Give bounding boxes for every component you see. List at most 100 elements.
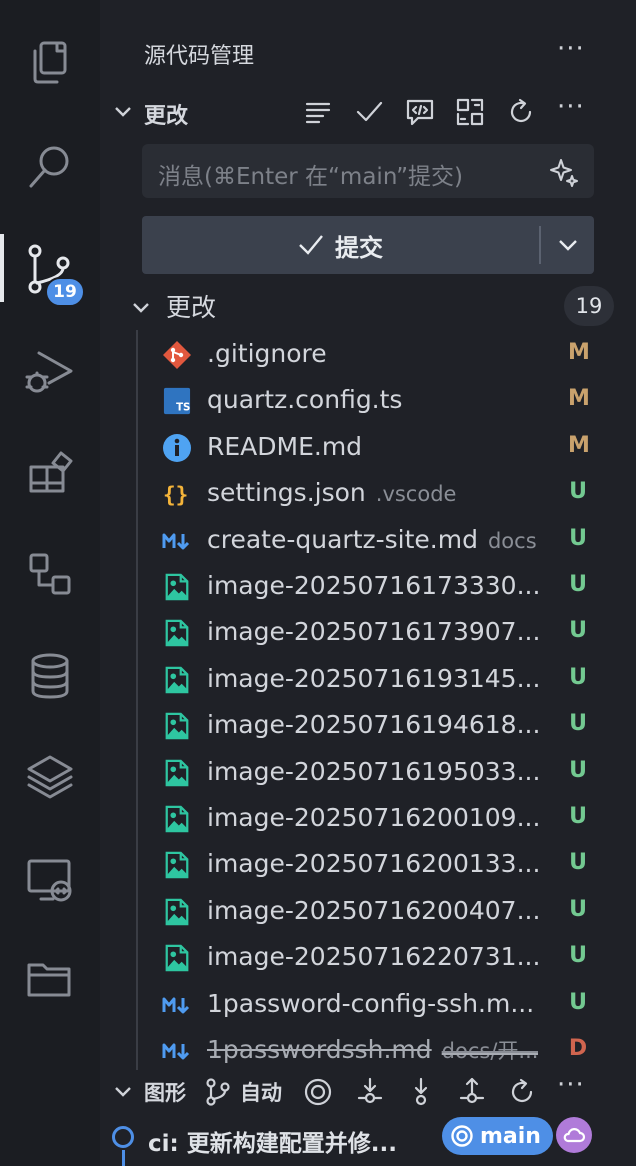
push-icon[interactable] bbox=[454, 1074, 490, 1110]
file-status: M bbox=[568, 432, 590, 458]
changes-section-header[interactable]: 更改 ··· bbox=[100, 88, 636, 138]
chevron-down-icon bbox=[559, 240, 577, 251]
remote-badge[interactable] bbox=[556, 1117, 592, 1153]
file-name-text: image-20250716220731... bbox=[207, 942, 541, 972]
image-icon bbox=[162, 850, 192, 880]
activity-bar: 19 bbox=[0, 0, 100, 1166]
graph-commit-row[interactable]: ci: 更新构建配置并修... main bbox=[100, 1116, 636, 1166]
file-status: U bbox=[569, 711, 587, 737]
file-row[interactable]: README.md M bbox=[100, 423, 636, 469]
file-name: settings.json .vscode bbox=[207, 478, 456, 507]
file-row[interactable]: .gitignore M bbox=[100, 330, 636, 376]
image-icon bbox=[162, 804, 192, 834]
file-row[interactable]: image-20250716200109... U bbox=[100, 794, 636, 840]
file-name-text: create-quartz-site.md bbox=[207, 524, 478, 554]
more-icon[interactable]: ··· bbox=[557, 1070, 585, 1100]
file-status: U bbox=[569, 664, 587, 690]
file-row[interactable]: image-20250716200133... U bbox=[100, 840, 636, 886]
extensions-icon[interactable] bbox=[0, 432, 100, 512]
check-icon bbox=[299, 235, 323, 255]
file-name-text: image-20250716193145... bbox=[207, 663, 541, 693]
view-as-list-icon[interactable] bbox=[300, 94, 336, 130]
file-name-text: quartz.config.ts bbox=[207, 385, 403, 415]
commit-button-group: 提交 bbox=[142, 216, 594, 274]
refresh-icon[interactable] bbox=[504, 1074, 540, 1110]
image-icon bbox=[162, 665, 192, 695]
file-row[interactable]: image-20250716220731... U bbox=[100, 933, 636, 979]
commit-message-input[interactable]: 消息(⌘Enter 在“main”提交) bbox=[142, 144, 594, 198]
cloud-icon bbox=[563, 1128, 586, 1143]
source-control-panel: 源代码管理 ··· 更改 ··· 消息(⌘Enter 在“main”提交) 提交… bbox=[100, 0, 636, 1166]
file-name-text: image-20250716200407... bbox=[207, 895, 541, 925]
file-row[interactable]: image-20250716173907... U bbox=[100, 608, 636, 654]
file-status: U bbox=[569, 850, 587, 876]
file-row[interactable]: image-20250716173330... U bbox=[100, 562, 636, 608]
more-actions-icon[interactable]: ··· bbox=[557, 34, 585, 64]
stage-all-icon[interactable] bbox=[452, 94, 488, 130]
branch-icon[interactable] bbox=[200, 1074, 236, 1110]
info-icon bbox=[162, 433, 192, 463]
image-icon bbox=[162, 943, 192, 973]
commit-graph-line bbox=[122, 1150, 125, 1166]
chevron-down-icon[interactable] bbox=[112, 100, 134, 122]
image-icon bbox=[162, 897, 192, 927]
changes-group-header[interactable]: 更改 bbox=[100, 284, 636, 334]
auto-label[interactable]: 自动 bbox=[240, 1077, 282, 1107]
chevron-down-icon[interactable] bbox=[112, 1080, 134, 1102]
fetch-icon[interactable] bbox=[352, 1074, 388, 1110]
commit-node bbox=[112, 1126, 134, 1148]
explorer-icon[interactable] bbox=[0, 22, 100, 102]
file-directory: docs/开... bbox=[441, 1039, 539, 1063]
file-status: U bbox=[569, 479, 587, 505]
search-icon[interactable] bbox=[0, 126, 100, 206]
file-row[interactable]: image-20250716193145... U bbox=[100, 655, 636, 701]
commit-dropdown-button[interactable] bbox=[542, 216, 594, 274]
file-row[interactable]: create-quartz-site.md docs U bbox=[100, 516, 636, 562]
svg-text:TS: TS bbox=[176, 402, 190, 414]
file-directory: .vscode bbox=[375, 482, 457, 507]
branch-name: main bbox=[480, 1123, 541, 1149]
commit-divider bbox=[539, 226, 541, 264]
source-control-icon[interactable]: 19 bbox=[0, 228, 100, 308]
branch-badge[interactable]: main bbox=[442, 1117, 553, 1155]
file-status: U bbox=[569, 572, 587, 597]
commit-check-icon[interactable] bbox=[351, 94, 387, 130]
file-status: U bbox=[569, 618, 587, 644]
file-row[interactable]: image-20250716194618... U bbox=[100, 701, 636, 747]
file-status: U bbox=[569, 896, 587, 922]
refresh-icon[interactable] bbox=[503, 94, 539, 130]
file-row[interactable]: 1passwordssh.md docs/开... D bbox=[100, 1026, 636, 1070]
file-row[interactable]: {} settings.json .vscode U bbox=[100, 469, 636, 515]
file-name-text: .gitignore bbox=[207, 339, 327, 368]
file-name: image-20250716200133... bbox=[207, 849, 540, 878]
sparkle-icon[interactable] bbox=[548, 156, 580, 188]
file-name: 1password-config-ssh.m... bbox=[207, 989, 534, 1018]
code-review-icon[interactable] bbox=[402, 94, 438, 130]
file-name: create-quartz-site.md docs bbox=[207, 525, 537, 554]
run-debug-icon[interactable] bbox=[0, 330, 100, 410]
file-row[interactable]: image-20250716200407... U bbox=[100, 887, 636, 933]
file-name: image-20250716195033... bbox=[207, 757, 540, 786]
more-icon[interactable]: ··· bbox=[557, 92, 585, 122]
changed-files-list: .gitignore M TS quartz.config.ts M README.md M… bbox=[100, 330, 636, 1070]
database-icon[interactable] bbox=[0, 636, 100, 716]
file-name: image-20250716220731... bbox=[207, 942, 540, 971]
remote-window-icon[interactable] bbox=[0, 840, 100, 920]
folder-icon[interactable] bbox=[0, 938, 100, 1018]
file-name-text: image-20250716194618... bbox=[207, 710, 541, 740]
chevron-down-icon[interactable] bbox=[130, 296, 152, 318]
file-name: image-20250716193145... bbox=[207, 664, 540, 693]
file-row[interactable]: TS quartz.config.ts M bbox=[100, 376, 636, 422]
target-icon[interactable] bbox=[300, 1074, 336, 1110]
layers-icon[interactable] bbox=[0, 736, 100, 816]
source-control-badge: 19 bbox=[45, 277, 85, 307]
file-row[interactable]: image-20250716195033... U bbox=[100, 748, 636, 794]
file-row[interactable]: 1password-config-ssh.m... U bbox=[100, 980, 636, 1026]
commit-button[interactable]: 提交 bbox=[142, 216, 538, 274]
pull-icon[interactable] bbox=[403, 1074, 439, 1110]
remote-explorer-icon[interactable] bbox=[0, 534, 100, 614]
graph-section-header[interactable]: 图形 自动 ··· bbox=[100, 1070, 636, 1114]
file-status: U bbox=[569, 989, 587, 1015]
file-name-text: 1passwordssh.md bbox=[207, 1035, 432, 1064]
file-status: U bbox=[569, 943, 587, 969]
